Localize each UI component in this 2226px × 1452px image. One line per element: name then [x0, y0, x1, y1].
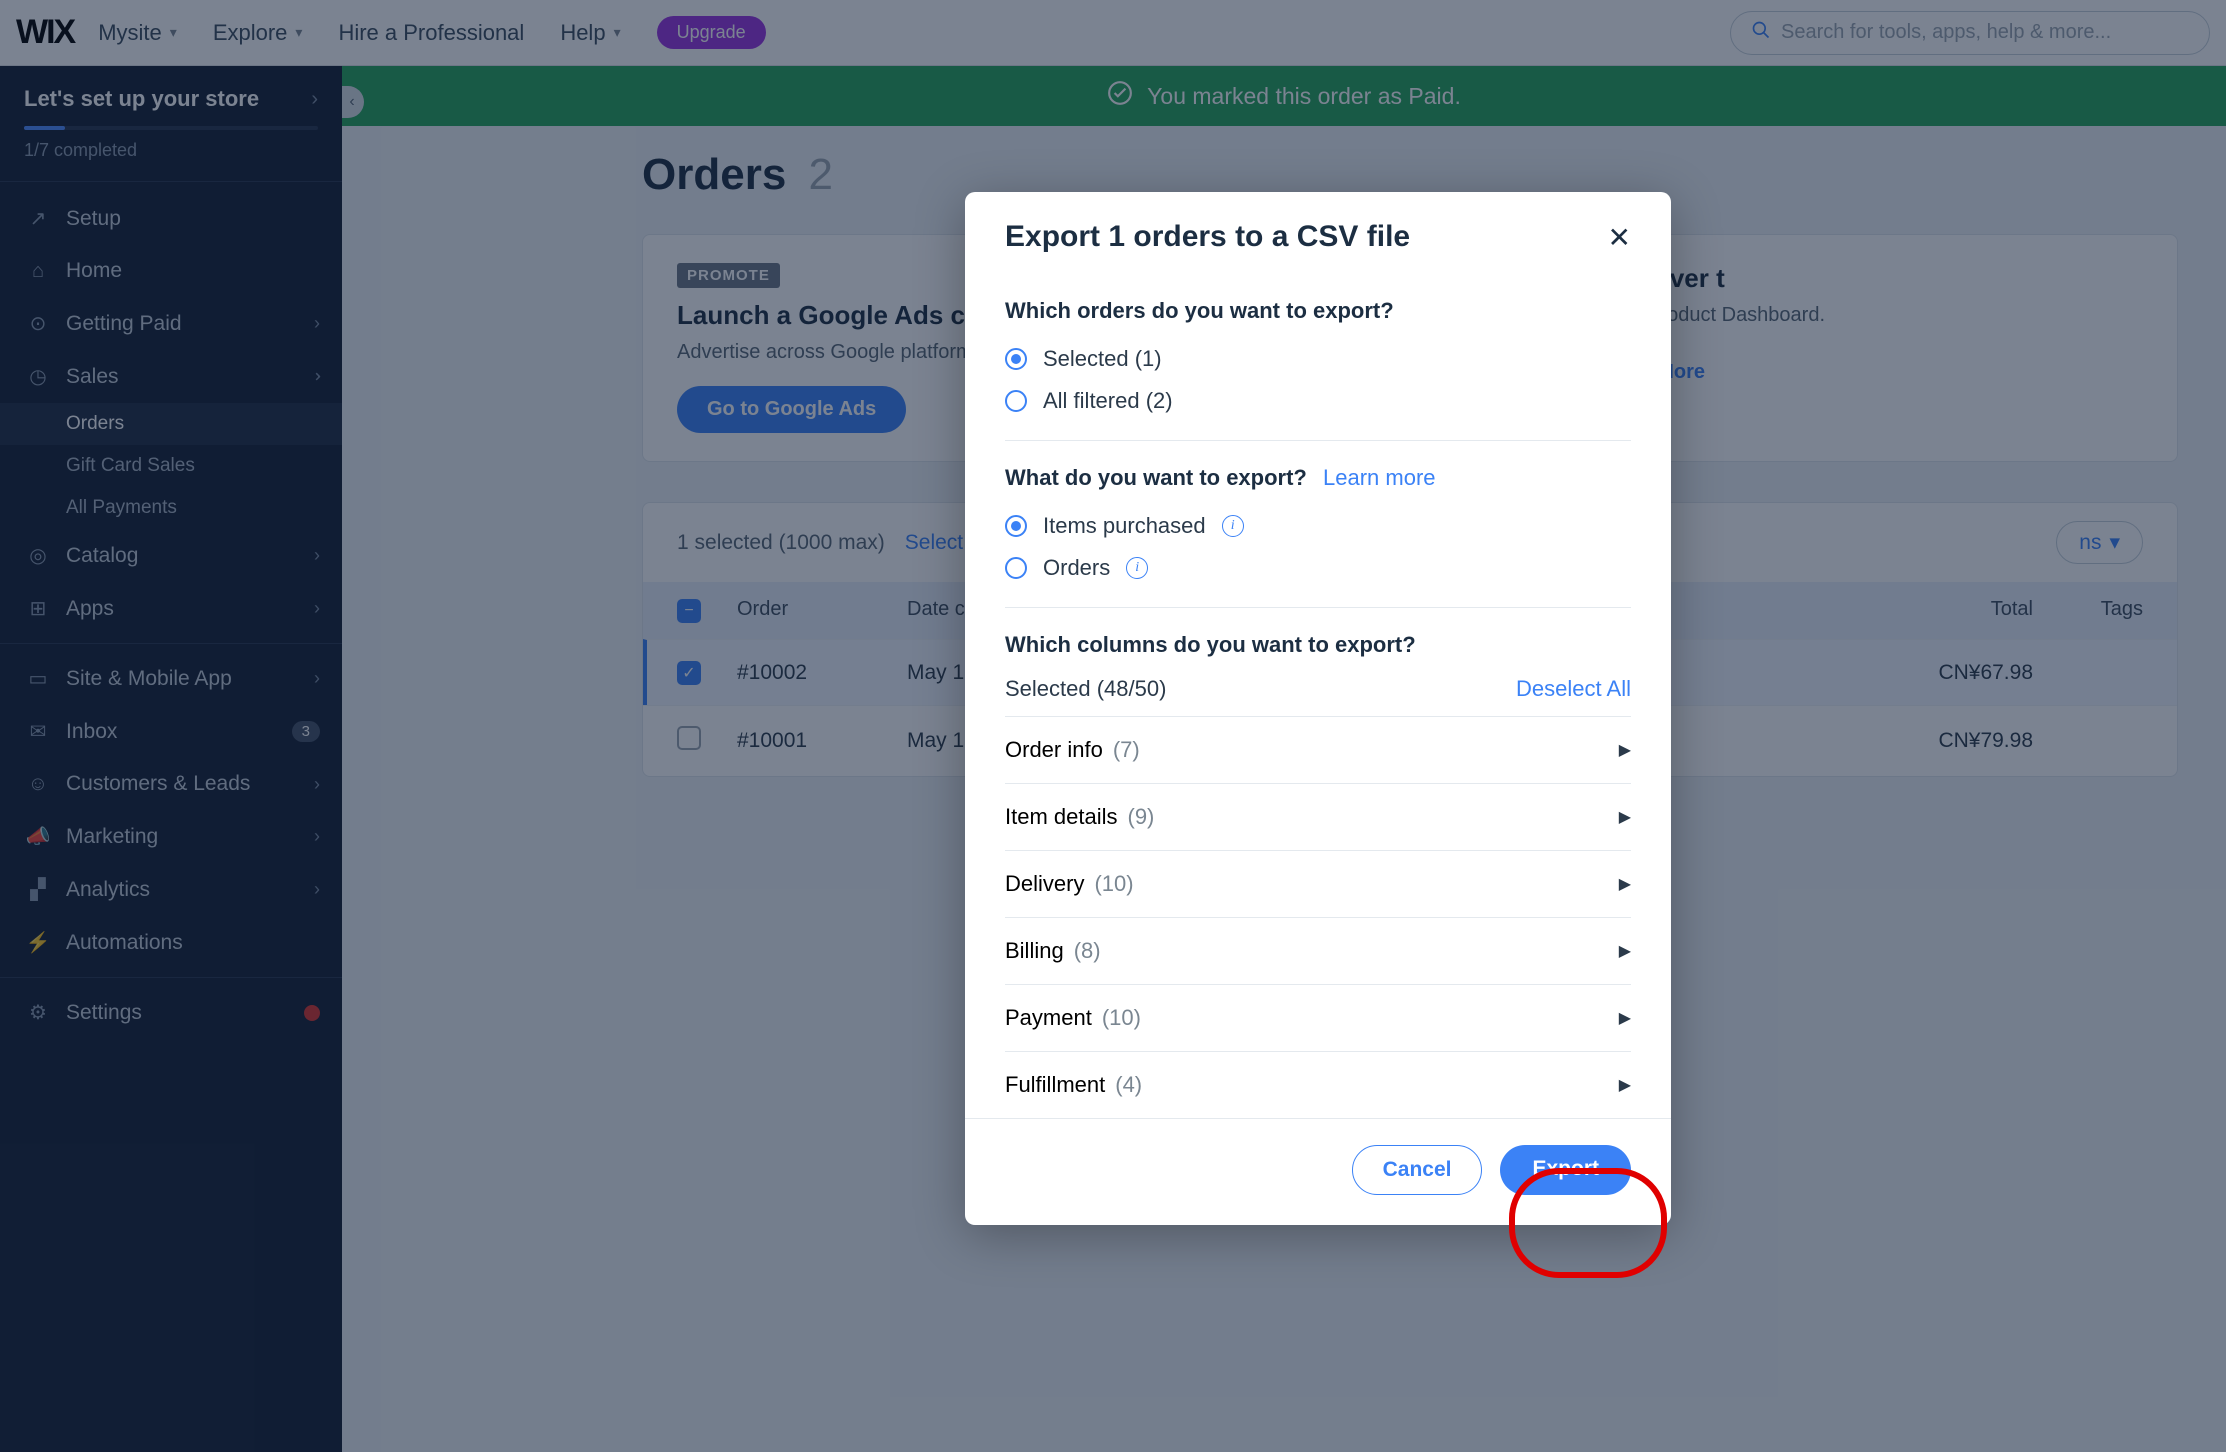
radio-selected[interactable]: Selected (1)	[1005, 338, 1631, 380]
acc-label: Fulfillment	[1005, 1072, 1105, 1098]
radio-label: Items purchased	[1043, 513, 1206, 539]
acc-label: Billing	[1005, 938, 1064, 964]
info-icon[interactable]: i	[1222, 515, 1244, 537]
acc-count: (4)	[1115, 1072, 1142, 1098]
radio-label: All filtered (2)	[1043, 388, 1173, 414]
chevron-right-icon: ▶	[1619, 874, 1631, 894]
deselect-all-link[interactable]: Deselect All	[1516, 676, 1631, 702]
acc-count: (10)	[1102, 1005, 1141, 1031]
radio-icon	[1005, 557, 1027, 579]
close-icon[interactable]: ✕	[1608, 221, 1631, 254]
acc-count: (7)	[1113, 737, 1140, 763]
acc-count: (8)	[1074, 938, 1101, 964]
column-group-delivery[interactable]: Delivery (10) ▶	[1005, 850, 1631, 917]
radio-label: Selected (1)	[1043, 346, 1162, 372]
learn-more-link[interactable]: Learn more	[1323, 465, 1436, 490]
radio-orders[interactable]: Orders i	[1005, 547, 1631, 589]
q-which-columns: Which columns do you want to export?	[1005, 632, 1631, 658]
selected-columns-count: Selected (48/50)	[1005, 676, 1166, 702]
column-group-fulfillment[interactable]: Fulfillment (4) ▶	[1005, 1051, 1631, 1118]
acc-label: Order info	[1005, 737, 1103, 763]
column-group-item-details[interactable]: Item details (9) ▶	[1005, 783, 1631, 850]
radio-icon	[1005, 348, 1027, 370]
radio-items-purchased[interactable]: Items purchased i	[1005, 505, 1631, 547]
chevron-right-icon: ▶	[1619, 740, 1631, 760]
q-what-export: What do you want to export? Learn more	[1005, 465, 1631, 491]
column-group-order-info[interactable]: Order info (7) ▶	[1005, 716, 1631, 783]
acc-label: Item details	[1005, 804, 1118, 830]
radio-label: Orders	[1043, 555, 1110, 581]
radio-all-filtered[interactable]: All filtered (2)	[1005, 380, 1631, 422]
q-which-orders: Which orders do you want to export?	[1005, 298, 1631, 324]
acc-label: Delivery	[1005, 871, 1084, 897]
radio-icon	[1005, 390, 1027, 412]
acc-count: (10)	[1094, 871, 1133, 897]
export-modal: Export 1 orders to a CSV file ✕ Which or…	[965, 192, 1671, 1225]
chevron-right-icon: ▶	[1619, 807, 1631, 827]
acc-label: Payment	[1005, 1005, 1092, 1031]
chevron-right-icon: ▶	[1619, 941, 1631, 961]
q-what-export-label: What do you want to export?	[1005, 465, 1307, 490]
info-icon[interactable]: i	[1126, 557, 1148, 579]
column-group-payment[interactable]: Payment (10) ▶	[1005, 984, 1631, 1051]
chevron-right-icon: ▶	[1619, 1075, 1631, 1095]
chevron-right-icon: ▶	[1619, 1008, 1631, 1028]
column-group-billing[interactable]: Billing (8) ▶	[1005, 917, 1631, 984]
export-button[interactable]: Export	[1500, 1145, 1631, 1195]
acc-count: (9)	[1128, 804, 1155, 830]
radio-icon	[1005, 515, 1027, 537]
cancel-button[interactable]: Cancel	[1352, 1145, 1483, 1195]
modal-title: Export 1 orders to a CSV file	[1005, 220, 1410, 254]
